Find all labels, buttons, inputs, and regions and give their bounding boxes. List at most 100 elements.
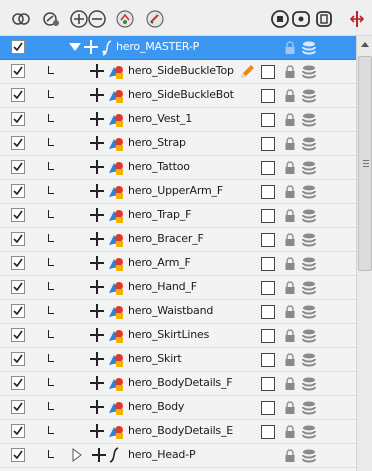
lock-icon[interactable] bbox=[284, 281, 296, 295]
layer-enable-checkbox[interactable] bbox=[11, 160, 25, 174]
layer-stack-icon[interactable] bbox=[302, 424, 316, 440]
layer-row[interactable]: hero_Tattoo bbox=[0, 156, 356, 180]
layer-row-last[interactable]: hero_Head-P bbox=[0, 444, 356, 468]
color-swatch[interactable] bbox=[261, 137, 275, 151]
show-thumbnails-icon[interactable] bbox=[290, 9, 312, 29]
layer-row[interactable]: hero_Hand_F bbox=[0, 276, 356, 300]
color-swatch[interactable] bbox=[261, 65, 275, 79]
add-drawing-layer-icon[interactable] bbox=[144, 9, 166, 29]
layer-row[interactable]: hero_BodyDetails_F bbox=[0, 372, 356, 396]
lock-icon[interactable] bbox=[284, 113, 296, 127]
layer-row[interactable]: hero_Waistband bbox=[0, 300, 356, 324]
layer-row[interactable]: hero_BodyDetails_E bbox=[0, 420, 356, 444]
layer-stack-icon[interactable] bbox=[302, 208, 316, 224]
layer-enable-checkbox[interactable] bbox=[11, 208, 25, 222]
layer-stack-icon[interactable] bbox=[302, 400, 316, 416]
hide-all-icon[interactable] bbox=[40, 9, 62, 29]
lock-icon[interactable] bbox=[284, 449, 296, 463]
layer-row-master[interactable]: hero_MASTER-P bbox=[0, 36, 356, 60]
layer-stack-icon[interactable] bbox=[302, 184, 316, 200]
layer-enable-checkbox[interactable] bbox=[11, 232, 25, 246]
show-all-icon[interactable] bbox=[10, 9, 32, 29]
layer-enable-checkbox[interactable] bbox=[11, 40, 25, 54]
layer-row[interactable]: hero_Arm_F bbox=[0, 252, 356, 276]
layer-enable-checkbox[interactable] bbox=[11, 304, 25, 318]
layer-stack-icon[interactable] bbox=[302, 232, 316, 248]
layer-enable-checkbox[interactable] bbox=[11, 376, 25, 390]
add-peg-icon[interactable] bbox=[114, 9, 136, 29]
delete-layer-icon[interactable] bbox=[86, 9, 108, 29]
layer-stack-icon[interactable] bbox=[302, 160, 316, 176]
vertical-scrollbar[interactable] bbox=[356, 36, 372, 471]
lock-icon[interactable] bbox=[284, 377, 296, 391]
layer-row[interactable]: hero_UpperArm_F bbox=[0, 180, 356, 204]
layer-row[interactable]: hero_Bracer_F bbox=[0, 228, 356, 252]
lock-icon[interactable] bbox=[284, 185, 296, 199]
layer-enable-checkbox[interactable] bbox=[11, 136, 25, 150]
lock-icon[interactable] bbox=[284, 329, 296, 343]
layer-enable-checkbox[interactable] bbox=[11, 448, 25, 462]
layer-stack-icon[interactable] bbox=[302, 256, 316, 272]
layer-enable-checkbox[interactable] bbox=[11, 88, 25, 102]
color-swatch[interactable] bbox=[261, 353, 275, 367]
layer-enable-checkbox[interactable] bbox=[11, 328, 25, 342]
color-swatch[interactable] bbox=[261, 401, 275, 415]
lock-icon[interactable] bbox=[284, 401, 296, 415]
lock-icon[interactable] bbox=[284, 353, 296, 367]
color-swatch[interactable] bbox=[261, 425, 275, 439]
layer-enable-checkbox[interactable] bbox=[11, 184, 25, 198]
scroll-thumb[interactable] bbox=[358, 56, 372, 271]
collapse-arrow-icon[interactable] bbox=[68, 41, 82, 53]
layer-row[interactable]: hero_Vest_1 bbox=[0, 108, 356, 132]
scroll-up-arrow-icon[interactable] bbox=[361, 42, 369, 47]
lock-icon[interactable] bbox=[284, 305, 296, 319]
split-view-icon[interactable] bbox=[346, 9, 368, 29]
layer-enable-checkbox[interactable] bbox=[11, 280, 25, 294]
layer-stack-icon[interactable] bbox=[302, 136, 316, 152]
layer-enable-checkbox[interactable] bbox=[11, 400, 25, 414]
color-swatch[interactable] bbox=[261, 329, 275, 343]
lock-icon[interactable] bbox=[284, 233, 296, 247]
layer-enable-checkbox[interactable] bbox=[11, 256, 25, 270]
layer-stack-icon[interactable] bbox=[302, 88, 316, 104]
layer-row[interactable]: hero_SideBuckleTop bbox=[0, 60, 356, 84]
lock-icon[interactable] bbox=[284, 41, 296, 55]
layer-stack-icon[interactable] bbox=[302, 376, 316, 392]
layer-stack-icon[interactable] bbox=[302, 112, 316, 128]
layer-enable-checkbox[interactable] bbox=[11, 112, 25, 126]
lock-icon[interactable] bbox=[284, 161, 296, 175]
layer-enable-checkbox[interactable] bbox=[11, 352, 25, 366]
color-swatch[interactable] bbox=[261, 281, 275, 295]
lock-icon[interactable] bbox=[284, 137, 296, 151]
color-swatch[interactable] bbox=[261, 257, 275, 271]
lock-icon[interactable] bbox=[284, 257, 296, 271]
color-swatch[interactable] bbox=[261, 209, 275, 223]
lock-icon[interactable] bbox=[284, 65, 296, 79]
toggle-columns-icon[interactable] bbox=[313, 9, 335, 29]
layer-enable-checkbox[interactable] bbox=[11, 424, 25, 438]
lock-icon[interactable] bbox=[284, 209, 296, 223]
layer-row[interactable]: hero_Strap bbox=[0, 132, 356, 156]
layer-stack-icon[interactable] bbox=[302, 328, 316, 344]
layer-stack-icon[interactable] bbox=[302, 64, 316, 80]
layer-row[interactable]: hero_SideBuckleBot bbox=[0, 84, 356, 108]
lock-icon[interactable] bbox=[284, 89, 296, 103]
color-swatch[interactable] bbox=[261, 89, 275, 103]
layer-stack-icon[interactable] bbox=[302, 352, 316, 368]
color-swatch[interactable] bbox=[261, 161, 275, 175]
layer-stack-icon[interactable] bbox=[302, 280, 316, 296]
layer-stack-icon[interactable] bbox=[302, 304, 316, 320]
layer-row[interactable]: hero_SkirtLines bbox=[0, 324, 356, 348]
layer-stack-icon[interactable] bbox=[302, 448, 316, 464]
color-swatch[interactable] bbox=[261, 113, 275, 127]
color-swatch[interactable] bbox=[261, 233, 275, 247]
layer-row[interactable]: hero_Trap_F bbox=[0, 204, 356, 228]
pencil-icon[interactable] bbox=[238, 63, 256, 81]
layer-row[interactable]: hero_Body bbox=[0, 396, 356, 420]
expand-arrow-icon[interactable] bbox=[71, 448, 83, 462]
lock-icon[interactable] bbox=[284, 425, 296, 439]
layer-properties-icon[interactable] bbox=[269, 9, 291, 29]
layer-enable-checkbox[interactable] bbox=[11, 64, 25, 78]
layer-stack-icon[interactable] bbox=[302, 40, 316, 56]
color-swatch[interactable] bbox=[261, 377, 275, 391]
